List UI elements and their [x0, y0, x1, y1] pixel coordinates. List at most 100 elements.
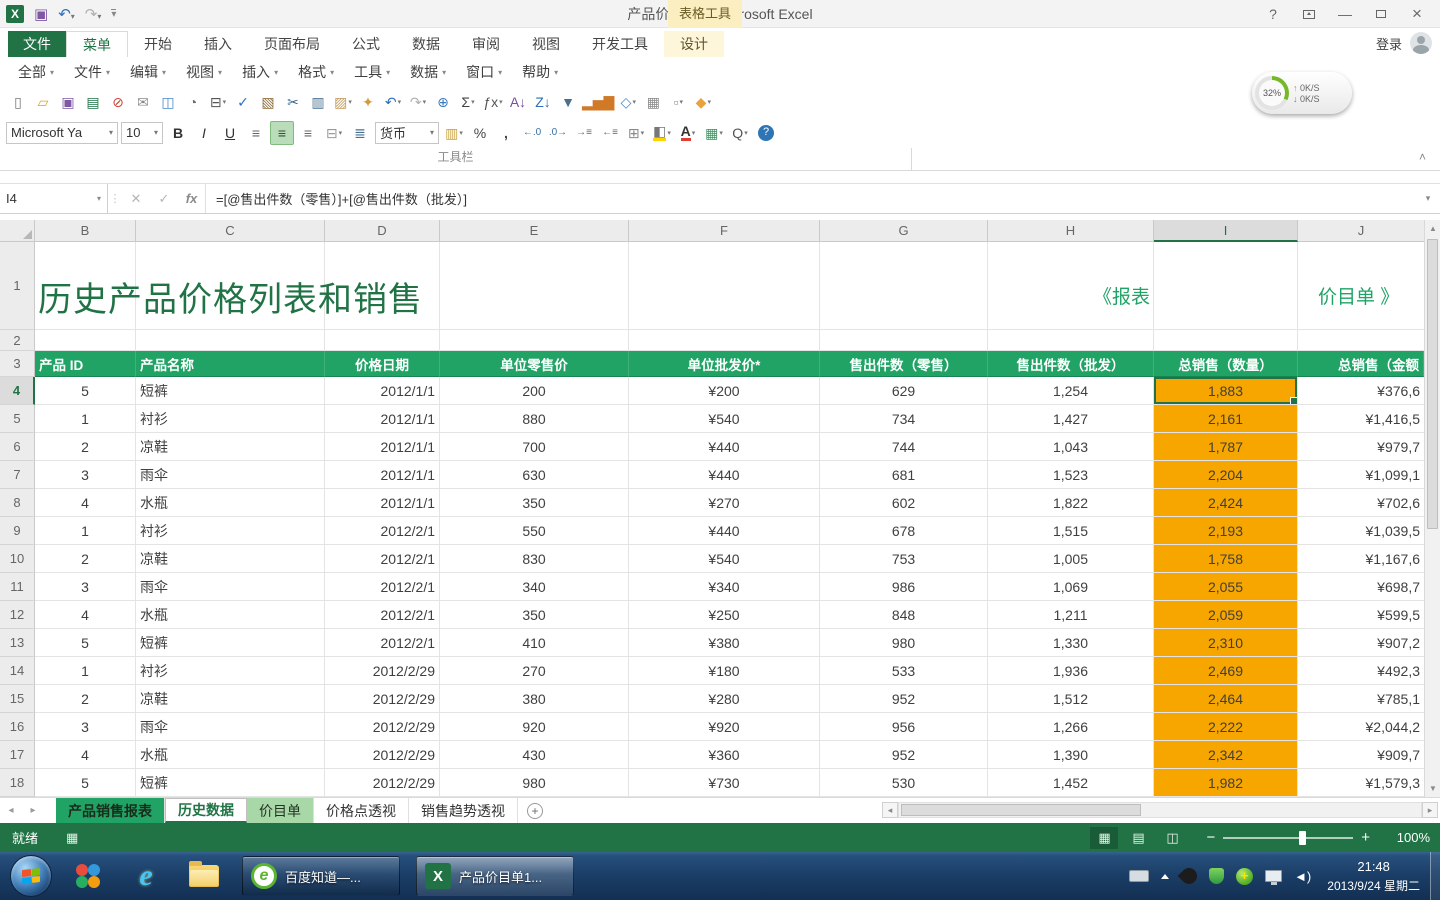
normal-view-icon[interactable]: ▦	[1090, 827, 1118, 849]
font-name-select[interactable]: Microsoft Ya▾	[6, 122, 118, 144]
cell-r7-c6[interactable]: 1,523	[988, 461, 1154, 489]
cell-r16-c0[interactable]: 3	[35, 713, 136, 741]
expand-formula-bar-icon[interactable]: ▾	[1416, 184, 1440, 213]
row-header-16[interactable]: 16	[0, 713, 35, 741]
currency-format-icon[interactable]: ▥▾	[442, 121, 466, 145]
cell-r18-c4[interactable]: ¥730	[629, 769, 820, 797]
cell-r10-c7[interactable]: 1,758	[1154, 545, 1298, 573]
menu-item-7[interactable]: 数据▾	[402, 59, 454, 85]
cell-r16-c6[interactable]: 1,266	[988, 713, 1154, 741]
cell-r17-c6[interactable]: 1,390	[988, 741, 1154, 769]
column-header-H[interactable]: H	[988, 220, 1154, 242]
horizontal-scroll-thumb[interactable]	[901, 804, 1141, 816]
chevron-down-icon[interactable]: ▾	[97, 194, 101, 203]
cell-r12-c2[interactable]: 2012/2/1	[325, 601, 440, 629]
cell-r10-c8[interactable]: ¥1,167,6	[1298, 545, 1424, 573]
tab-ribbon-8[interactable]: 开发工具	[576, 31, 664, 57]
format-painter-icon[interactable]: ✦	[356, 90, 380, 114]
cell-r13-c2[interactable]: 2012/2/1	[325, 629, 440, 657]
cell-r11-c8[interactable]: ¥698,7	[1298, 573, 1424, 601]
cell-r12-c5[interactable]: 848	[820, 601, 988, 629]
cell-r12-c3[interactable]: 350	[440, 601, 629, 629]
cell-r14-c7[interactable]: 2,469	[1154, 657, 1298, 685]
cell-r15-c7[interactable]: 2,464	[1154, 685, 1298, 713]
scroll-down-icon[interactable]: ▼	[1425, 780, 1440, 797]
chevron-down-icon[interactable]: ▾	[348, 98, 352, 106]
table-header-cell-6[interactable]: 售出件数（批发）	[988, 351, 1154, 377]
table-header-cell-7[interactable]: 总销售（数量）	[1154, 351, 1298, 377]
tab-ribbon-0[interactable]: 菜单	[66, 31, 128, 57]
undo-dropdown-icon[interactable]: ▾	[71, 12, 75, 21]
redo-icon[interactable]: ↷▾	[406, 90, 430, 114]
cell-r5-c2[interactable]: 2012/1/1	[325, 405, 440, 433]
insert-object-icon[interactable]: ▫▾	[666, 90, 690, 114]
chevron-down-icon[interactable]: ▾	[459, 129, 463, 137]
zoom-in-icon[interactable]: +	[1361, 829, 1370, 846]
cell-r16-c4[interactable]: ¥920	[629, 713, 820, 741]
increase-decimal-icon[interactable]: ←.0	[520, 121, 544, 145]
cell-r17-c4[interactable]: ¥360	[629, 741, 820, 769]
cell-r9-c0[interactable]: 1	[35, 517, 136, 545]
cell-r16-c3[interactable]: 920	[440, 713, 629, 741]
cell-r15-c4[interactable]: ¥280	[629, 685, 820, 713]
cell-r7-c0[interactable]: 3	[35, 461, 136, 489]
tab-ribbon-3[interactable]: 页面布局	[248, 31, 336, 57]
internet-explorer-icon[interactable]: e	[124, 855, 168, 897]
cell-r8-c5[interactable]: 602	[820, 489, 988, 517]
cell-r17-c3[interactable]: 430	[440, 741, 629, 769]
chevron-down-icon[interactable]: ▾	[641, 129, 645, 137]
cell-r12-c6[interactable]: 1,211	[988, 601, 1154, 629]
column-header-C[interactable]: C	[136, 220, 325, 242]
cell-r11-c0[interactable]: 3	[35, 573, 136, 601]
cell-r7-c5[interactable]: 681	[820, 461, 988, 489]
cell-r14-c3[interactable]: 270	[440, 657, 629, 685]
file-explorer-icon[interactable]	[182, 855, 226, 897]
reports-nav-link[interactable]: 《报表	[1093, 282, 1150, 309]
merge-cells-icon[interactable]: ⊟▾	[322, 121, 346, 145]
cell-r14-c8[interactable]: ¥492,3	[1298, 657, 1424, 685]
cell-r6-c0[interactable]: 2	[35, 433, 136, 461]
cell-r7-c7[interactable]: 2,204	[1154, 461, 1298, 489]
cell-r18-c6[interactable]: 1,452	[988, 769, 1154, 797]
cell-r5-c3[interactable]: 880	[440, 405, 629, 433]
cell-r13-c6[interactable]: 1,330	[988, 629, 1154, 657]
chevron-down-icon[interactable]: ▾	[499, 98, 503, 106]
row-header-14[interactable]: 14	[0, 657, 35, 685]
cell-r8-c0[interactable]: 4	[35, 489, 136, 517]
empty-cell[interactable]	[1298, 330, 1424, 351]
cell-r8-c3[interactable]: 350	[440, 489, 629, 517]
save-icon[interactable]: ▣	[56, 90, 80, 114]
cell-r10-c6[interactable]: 1,005	[988, 545, 1154, 573]
sheet-tab-1[interactable]: 历史数据	[165, 798, 247, 823]
pinned-app-icon[interactable]	[66, 855, 110, 897]
chevron-down-icon[interactable]: ▾	[667, 129, 671, 137]
cell-r6-c6[interactable]: 1,043	[988, 433, 1154, 461]
cell-r18-c8[interactable]: ¥1,579,3	[1298, 769, 1424, 797]
cell-r13-c0[interactable]: 5	[35, 629, 136, 657]
taskbar-window-1[interactable]: X产品价目单1...	[416, 856, 574, 896]
fill-color-icon[interactable]: ◧▾	[650, 121, 674, 145]
column-header-I[interactable]: I	[1154, 220, 1298, 242]
decrease-indent-icon[interactable]: ←≡	[598, 121, 622, 145]
empty-cell[interactable]	[136, 242, 325, 330]
cell-r13-c1[interactable]: 短裤	[136, 629, 325, 657]
sign-in-link[interactable]: 登录	[1376, 34, 1402, 53]
close-file-icon[interactable]: ⊘	[106, 90, 130, 114]
cell-r11-c4[interactable]: ¥340	[629, 573, 820, 601]
cell-r13-c7[interactable]: 2,310	[1154, 629, 1298, 657]
table-header-cell-2[interactable]: 价格日期	[325, 351, 440, 377]
collapse-ribbon-icon[interactable]: ˄	[1419, 150, 1426, 164]
page-layout-view-icon[interactable]: ▤	[1124, 827, 1152, 849]
ribbon-display-options-icon[interactable]	[1294, 2, 1324, 26]
cell-r16-c7[interactable]: 2,222	[1154, 713, 1298, 741]
row-header-15[interactable]: 15	[0, 685, 35, 713]
empty-cell[interactable]	[440, 242, 629, 330]
cell-r13-c4[interactable]: ¥380	[629, 629, 820, 657]
row-header-7[interactable]: 7	[0, 461, 35, 489]
chart-icon[interactable]: ▂▅▇	[581, 90, 615, 114]
row-header-11[interactable]: 11	[0, 573, 35, 601]
export-excel-icon[interactable]: ▤	[81, 90, 105, 114]
percent-icon[interactable]: %	[468, 121, 492, 145]
sheet-nav-left-icon[interactable]: ◂	[0, 798, 22, 823]
font-color-icon[interactable]: A▾	[676, 121, 700, 145]
